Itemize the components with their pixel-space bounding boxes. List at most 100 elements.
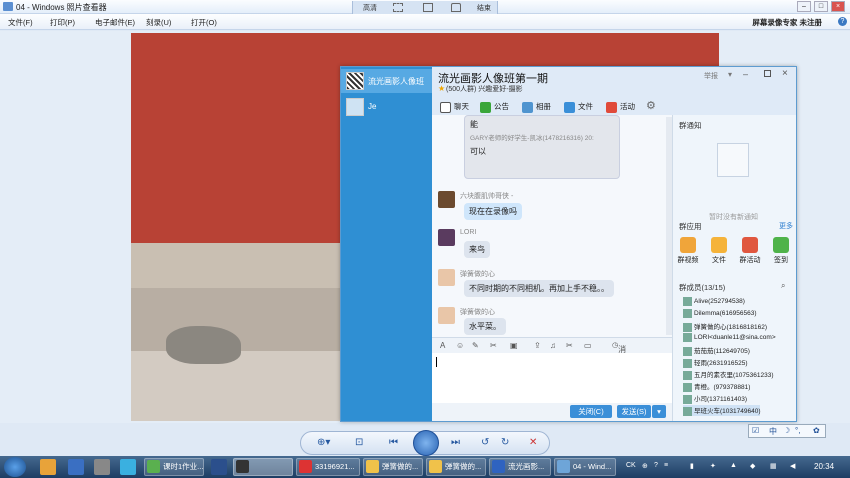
tray-icon[interactable]: ◆ [750,462,755,470]
end-button[interactable]: 结束 [477,3,491,13]
app-checkin[interactable]: 签到 [770,237,792,265]
volume-icon[interactable]: ◀ [790,462,795,470]
screenshot-icon[interactable]: ✂ [566,341,573,350]
send-button[interactable]: 发送(S) [617,405,651,418]
image-icon[interactable]: ▣ [510,341,518,350]
close-icon[interactable]: × [782,68,788,79]
taskbar-button[interactable]: 04 - Wind... [554,458,616,476]
search-icon[interactable]: ⌕ [781,281,785,291]
menu-print[interactable]: 打印(P) [50,17,75,28]
report-link[interactable]: 举报 [704,71,718,81]
photoshop-icon[interactable] [211,459,227,475]
avatar[interactable] [438,229,455,246]
menu-email[interactable]: 电子邮件(E) [95,17,135,28]
font-icon[interactable]: A [440,341,445,350]
region-icon[interactable] [393,3,403,12]
help-icon[interactable]: ? [838,17,847,26]
send-options-button[interactable]: ▾ [652,405,666,418]
actual-size-icon[interactable]: ⊡ [355,437,363,448]
member-item[interactable]: 茄茄茄(112649705) [683,345,750,356]
close-chat-button[interactable]: 关闭(C) [570,405,612,418]
rotate-left-icon[interactable]: ↺ [481,437,489,448]
slideshow-button[interactable] [413,430,439,456]
history-button[interactable]: ◷ 消息记录 [612,341,626,387]
tab-album[interactable]: 相册 [522,101,551,113]
ime-indicator[interactable]: CK [626,462,636,469]
session-item-je[interactable]: Je [341,95,432,119]
taskbar-button[interactable] [233,458,293,476]
settings-icon[interactable]: ✿ [813,426,820,435]
menu-file[interactable]: 文件(F) [8,17,33,28]
avatar[interactable] [438,307,455,324]
tray-icon[interactable]: ⊕ [642,462,648,470]
hd-button[interactable]: 高清 [363,3,377,13]
message-input[interactable] [432,353,672,403]
next-icon[interactable]: ⏭ [451,437,460,448]
ime-bar[interactable]: ☑ 中 ☽ °, ✿ [748,424,826,438]
member-item[interactable]: LORI<duanle11@sina.com> [683,333,776,342]
home-icon[interactable] [451,3,461,12]
gear-icon[interactable]: ⚙ [646,99,656,112]
avatar[interactable] [438,269,455,286]
tab-files[interactable]: 文件 [564,101,593,113]
apps-more-link[interactable]: 更多 [779,221,793,231]
start-button[interactable] [4,457,26,477]
app-icon[interactable] [120,459,136,475]
close-button[interactable]: × [831,1,845,12]
help-icon[interactable]: ? [654,462,658,469]
member-item[interactable]: 早班火车(1031749640) [683,405,761,416]
member-item[interactable]: 青橙。(979378881) [683,381,750,392]
taskbar-button[interactable]: 33196921... [296,458,360,476]
session-item-group[interactable]: 流光画影人像班 [341,69,432,93]
taskbar-button[interactable]: 弹簧做的... [426,458,486,476]
upload-icon[interactable]: ⇪ [534,341,541,350]
more-icon[interactable]: ▭ [584,341,592,350]
zoom-icon[interactable]: ⊕▾ [317,437,330,448]
window-icon[interactable] [423,3,433,12]
taskbar-button[interactable]: 课时1作业... [144,458,204,476]
tab-chat[interactable]: 聊天 [440,101,469,113]
member-item[interactable]: Dilemma(616956563) [683,309,757,318]
member-item[interactable]: Alive(252794538) [683,297,745,306]
scissors-icon[interactable]: ✂ [490,341,497,350]
emoji-icon[interactable]: ☺ [456,341,464,350]
app-group-events[interactable]: 群活动 [739,237,761,265]
delete-icon[interactable]: ✕ [529,437,537,448]
app-icon[interactable] [68,459,84,475]
avatar [683,346,692,356]
app-files[interactable]: 文件 [708,237,730,265]
punctuation-icon[interactable]: °, [795,426,800,435]
tray-icon[interactable]: ▲ [730,462,737,469]
member-item[interactable]: 五月的素衣里(1075361233) [683,369,773,380]
clock[interactable]: 20:34 [814,462,834,471]
previous-icon[interactable]: ⏮ [389,437,398,448]
tab-announcement[interactable]: 公告 [480,101,509,113]
minimize-button[interactable]: – [797,1,811,12]
tab-events[interactable]: 活动 [606,101,635,113]
menu-burn[interactable]: 刻录(U) [146,17,171,28]
tray-icon[interactable]: ▮ [690,462,694,470]
avatar[interactable] [438,191,455,208]
tray-icon[interactable]: ≡ [664,462,668,469]
maximize-button[interactable]: □ [814,1,828,12]
taskbar-button[interactable]: 流光画影... [489,458,551,476]
taskbar-button[interactable]: 弹簧做的... [363,458,423,476]
magic-icon[interactable]: ✎ [472,341,479,350]
app-icon[interactable] [40,459,56,475]
app-icon[interactable] [94,459,110,475]
member-item[interactable]: 弹簧做的心(1816818162) [683,321,767,332]
chevron-down-icon[interactable]: ▾ [728,70,732,79]
rotate-right-icon[interactable]: ↻ [501,437,509,448]
checkbox-icon[interactable]: ☑ [752,426,759,435]
network-icon[interactable]: ▦ [770,462,777,470]
menu-open[interactable]: 打开(O) [191,17,217,28]
minimize-icon[interactable]: – [743,69,748,79]
app-group-video[interactable]: 群视频 [677,237,699,265]
moon-icon[interactable]: ☽ [783,426,790,435]
member-item[interactable]: 小司(1371161403) [683,393,747,404]
chinese-mode-icon[interactable]: 中 [769,426,777,437]
maximize-icon[interactable] [764,70,771,77]
music-icon[interactable]: ♫ [550,341,556,350]
member-item[interactable]: 轻雨(2631916525) [683,357,747,368]
tray-icon[interactable]: ✦ [710,462,716,470]
